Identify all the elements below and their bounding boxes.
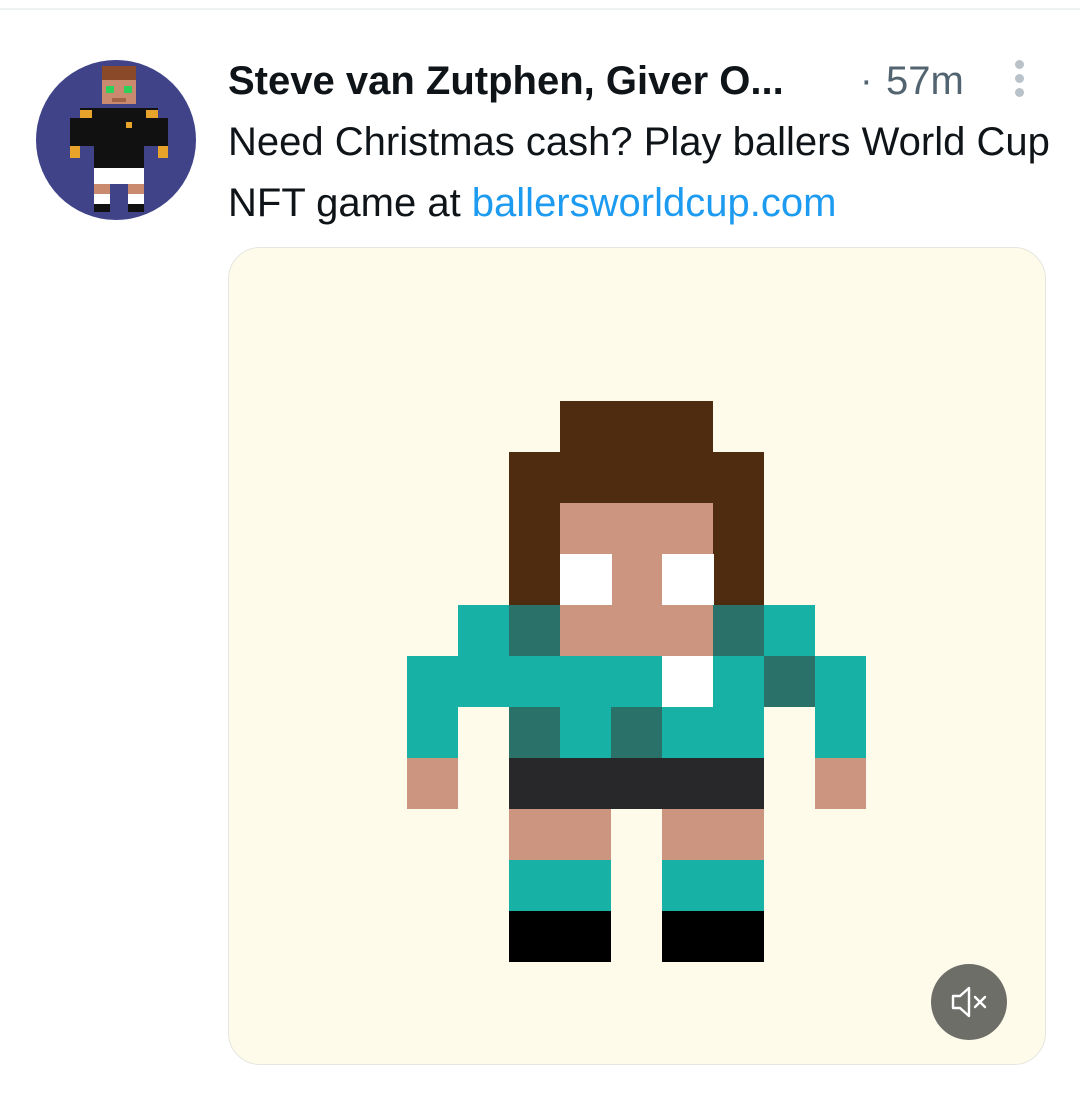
- tweet-media-video[interactable]: [228, 247, 1046, 1065]
- top-divider: [0, 8, 1080, 10]
- avatar[interactable]: [36, 60, 196, 220]
- tweet-link[interactable]: ballersworldcup.com: [472, 181, 837, 225]
- timestamp[interactable]: 57m: [886, 55, 964, 107]
- pixel-player-illustration: [407, 401, 866, 962]
- header-separator: ·: [860, 60, 873, 102]
- speaker-muted-icon: [951, 986, 987, 1018]
- unmute-button[interactable]: [931, 964, 1007, 1040]
- tweet-text: Need Christmas cash? Play ballers World …: [228, 112, 1058, 234]
- author-name[interactable]: Steve van Zutphen, Giver O...: [228, 55, 784, 107]
- more-options-button[interactable]: [1002, 56, 1038, 100]
- pixel-player-avatar-icon: [70, 66, 168, 212]
- tweet-header: Steve van Zutphen, Giver O... · 57m: [228, 55, 1028, 107]
